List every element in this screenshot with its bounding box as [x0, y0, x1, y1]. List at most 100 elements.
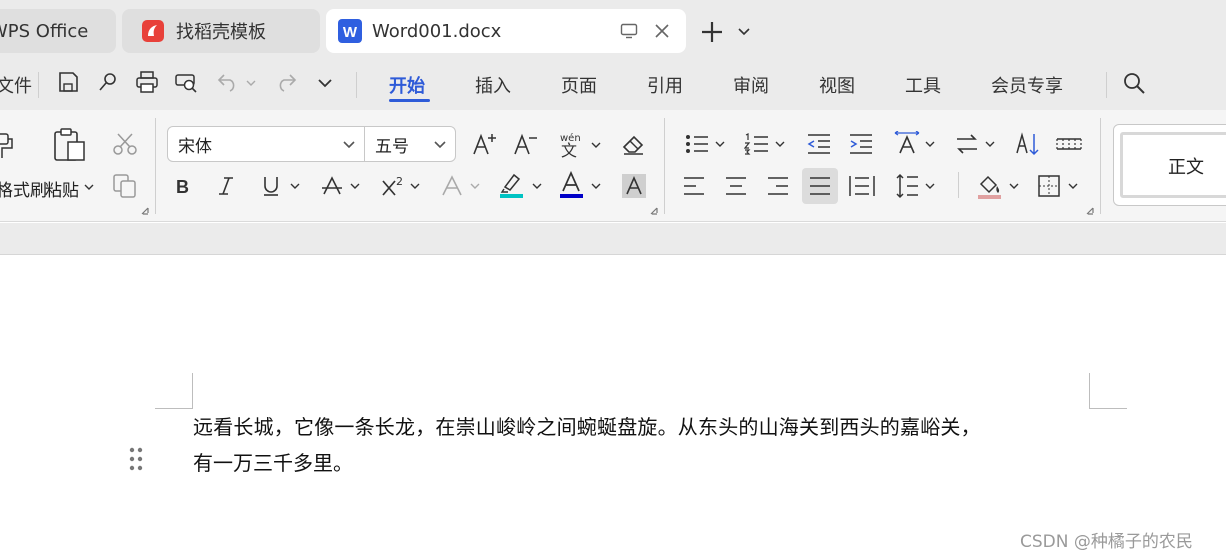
tab-template[interactable]: 找稻壳模板: [122, 9, 320, 53]
character-spacing-icon[interactable]: [893, 131, 921, 155]
font-name-value: 宋体: [178, 136, 212, 157]
format-painter-icon[interactable]: [0, 130, 16, 160]
decrease-font-size-icon[interactable]: [513, 132, 539, 156]
character-shading-icon[interactable]: [622, 174, 646, 198]
increase-font-size-icon[interactable]: [472, 132, 498, 156]
paragraph-line-2[interactable]: 有一万三千多里。: [193, 447, 353, 476]
menu-tab-member[interactable]: 会员专享: [991, 72, 1063, 98]
justify-button[interactable]: [802, 168, 838, 204]
window-mode-icon[interactable]: [620, 23, 638, 39]
print-preview-icon[interactable]: [174, 71, 198, 93]
divider: [155, 118, 156, 214]
menu-tab-tools[interactable]: 工具: [905, 72, 941, 98]
numbered-list-icon[interactable]: [744, 133, 770, 155]
output-icon[interactable]: [97, 71, 119, 93]
svg-text:W: W: [343, 24, 358, 41]
menu-tab-home[interactable]: 开始: [389, 72, 425, 98]
numbered-chevron-icon[interactable]: [775, 140, 785, 148]
menu-row: 文件 开始 插入 页面 引用 审阅 视图 工具 会员专享: [0, 62, 1226, 110]
tab-list-chevron-icon[interactable]: [737, 27, 751, 37]
paste-icon[interactable]: [53, 128, 87, 162]
line-spacing-icon[interactable]: [895, 173, 919, 199]
distributed-align-icon[interactable]: [849, 174, 875, 198]
font-color-chevron-icon[interactable]: [591, 182, 601, 190]
font-name-select[interactable]: 宋体: [167, 126, 365, 162]
clipboard-launcher-icon[interactable]: [141, 207, 149, 215]
underline-chevron-icon[interactable]: [290, 182, 300, 190]
strikethrough-chevron-icon[interactable]: [350, 182, 360, 190]
text-direction-icon[interactable]: [954, 132, 980, 156]
menu-file[interactable]: 文件: [0, 72, 32, 98]
line-spacing-chevron-icon[interactable]: [925, 182, 935, 190]
bullet-list-icon[interactable]: [684, 133, 710, 155]
borders-chevron-icon[interactable]: [1068, 182, 1078, 190]
paste-chevron-icon[interactable]: [84, 183, 94, 191]
margin-mark-top-right-h: [1089, 408, 1127, 409]
menu-tab-view[interactable]: 视图: [819, 72, 855, 98]
font-color-icon[interactable]: [559, 171, 585, 199]
svg-text:2: 2: [396, 175, 403, 188]
more-chevron-icon[interactable]: [317, 77, 333, 89]
borders-icon[interactable]: [1038, 175, 1060, 197]
menu-tab-page[interactable]: 页面: [561, 72, 597, 98]
superscript-chevron-icon[interactable]: [410, 182, 420, 190]
divider: [1106, 72, 1107, 98]
underline-icon[interactable]: [261, 174, 281, 198]
character-spacing-chevron-icon[interactable]: [925, 140, 935, 148]
search-icon[interactable]: [1122, 71, 1146, 95]
highlight-color-icon[interactable]: [499, 171, 525, 199]
align-center-icon[interactable]: [725, 176, 747, 196]
paragraph-launcher-icon[interactable]: [1086, 207, 1094, 215]
increase-indent-icon[interactable]: [848, 133, 874, 155]
document-page[interactable]: 远看长城，它像一条长龙，在崇山峻岭之间蜿蜒盘旋。从东头的山海关到西头的嘉峪关， …: [0, 256, 1226, 557]
menu-tab-insert[interactable]: 插入: [475, 72, 511, 98]
copy-icon[interactable]: [112, 173, 138, 199]
tab-bar: WPS Office 找稻壳模板 W Word001.docx: [0, 0, 1226, 62]
superscript-icon[interactable]: 2: [381, 174, 407, 198]
style-gallery-normal[interactable]: 正文: [1113, 124, 1226, 206]
strikethrough-icon[interactable]: [321, 174, 343, 198]
redo-icon[interactable]: [274, 72, 298, 92]
menu-tab-references[interactable]: 引用: [647, 72, 683, 98]
highlight-chevron-icon[interactable]: [532, 182, 542, 190]
tab-label: WPS Office: [0, 20, 89, 42]
paste-label[interactable]: 粘贴: [45, 176, 79, 201]
phonetic-chevron-icon[interactable]: [591, 141, 601, 149]
bold-icon[interactable]: B: [174, 174, 194, 198]
paragraph-shading-chevron-icon[interactable]: [1009, 182, 1019, 190]
tab-wps-office[interactable]: WPS Office: [0, 9, 116, 53]
show-hide-marks-icon[interactable]: [1056, 133, 1082, 155]
bullet-chevron-icon[interactable]: [715, 140, 725, 148]
decrease-indent-icon[interactable]: [806, 133, 832, 155]
font-launcher-icon[interactable]: [650, 207, 658, 215]
clear-format-icon[interactable]: [621, 132, 647, 156]
sort-icon[interactable]: [1015, 131, 1041, 157]
drag-handle-icon[interactable]: [129, 447, 143, 471]
undo-chevron-icon[interactable]: [246, 79, 256, 87]
style-normal-label: 正文: [1168, 157, 1204, 178]
new-tab-icon[interactable]: [701, 21, 723, 43]
phonetic-guide-icon[interactable]: wén 文: [558, 130, 586, 158]
close-tab-icon[interactable]: [654, 23, 670, 39]
divider: [664, 118, 665, 214]
text-effect-icon[interactable]: [441, 174, 463, 198]
font-name-chevron-icon: [342, 140, 356, 150]
format-painter-label[interactable]: 格式刷: [0, 176, 47, 201]
paragraph-shading-icon[interactable]: [977, 172, 1003, 200]
text-direction-chevron-icon[interactable]: [985, 140, 995, 148]
watermark-text: CSDN @种橘子的农民: [1020, 532, 1193, 552]
text-effect-chevron-icon[interactable]: [470, 182, 480, 190]
font-size-select[interactable]: 五号: [364, 126, 456, 162]
cut-icon[interactable]: [112, 132, 138, 156]
italic-icon[interactable]: [216, 174, 236, 198]
save-icon[interactable]: [57, 71, 79, 93]
ruler-area: [0, 223, 1226, 255]
align-right-icon[interactable]: [767, 176, 789, 196]
paragraph-line-1[interactable]: 远看长城，它像一条长龙，在崇山峻岭之间蜿蜒盘旋。从东头的山海关到西头的嘉峪关，: [193, 411, 981, 440]
menu-tab-review[interactable]: 审阅: [733, 72, 769, 98]
print-icon[interactable]: [135, 71, 159, 93]
undo-icon[interactable]: [216, 72, 240, 92]
divider: [38, 72, 39, 98]
align-left-icon[interactable]: [683, 176, 705, 196]
tab-word001[interactable]: W Word001.docx: [326, 9, 686, 53]
